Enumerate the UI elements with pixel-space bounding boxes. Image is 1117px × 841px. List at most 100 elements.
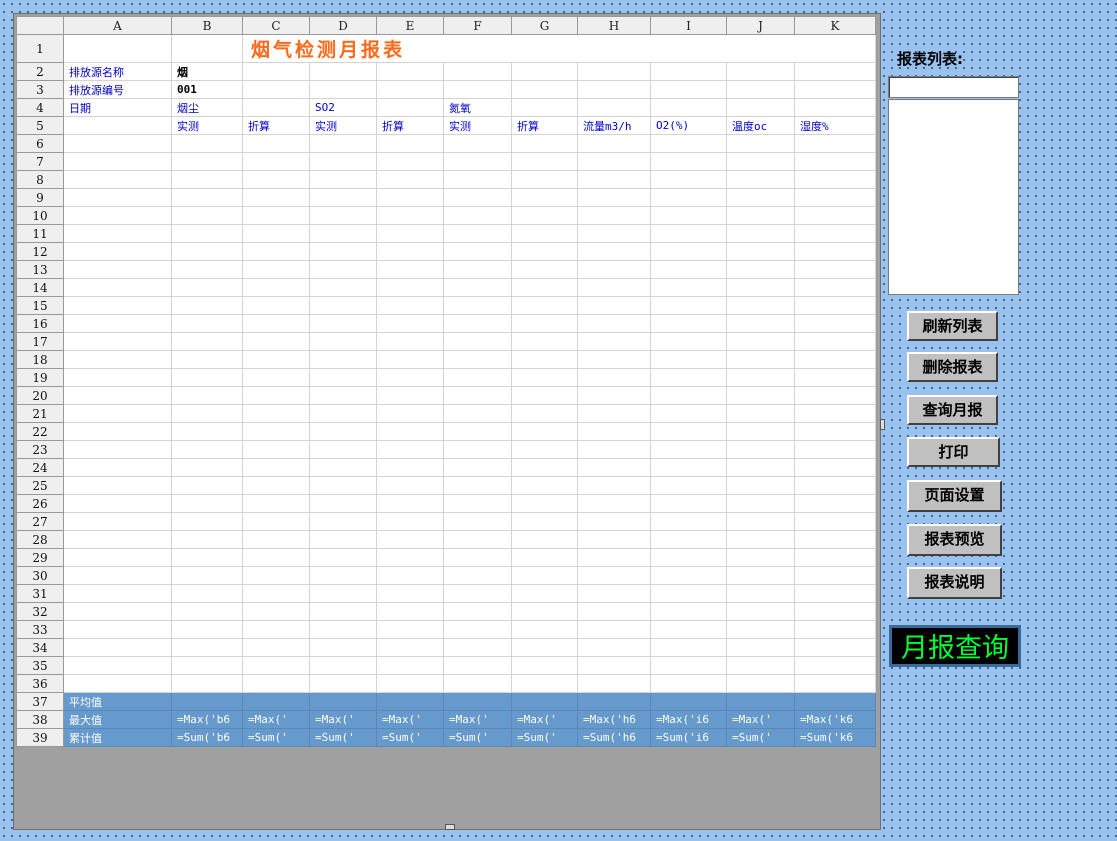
cell[interactable]: [171, 512, 243, 531]
cell[interactable]: [577, 278, 651, 297]
cell[interactable]: [794, 152, 876, 171]
subheader-cell[interactable]: 折算: [376, 116, 444, 135]
cell[interactable]: [443, 566, 512, 585]
cell[interactable]: [511, 494, 578, 513]
select-all-corner[interactable]: [16, 16, 64, 35]
source-id-value[interactable]: 001: [171, 80, 243, 99]
cell[interactable]: [63, 620, 172, 639]
cell[interactable]: [650, 278, 727, 297]
cell[interactable]: [577, 98, 651, 117]
row-header[interactable]: 15: [16, 296, 64, 315]
cell[interactable]: [63, 296, 172, 315]
cell[interactable]: [376, 206, 444, 225]
cell[interactable]: [726, 458, 795, 477]
row-header[interactable]: 37: [16, 692, 64, 711]
cell[interactable]: [309, 224, 377, 243]
cell[interactable]: [794, 566, 876, 585]
cell[interactable]: [726, 134, 795, 153]
cell[interactable]: [309, 548, 377, 567]
cell[interactable]: [171, 494, 243, 513]
cell[interactable]: [242, 152, 310, 171]
cell[interactable]: [443, 62, 512, 81]
cell[interactable]: [511, 62, 578, 81]
cell[interactable]: [511, 314, 578, 333]
cell[interactable]: [443, 494, 512, 513]
cell[interactable]: [726, 440, 795, 459]
cell[interactable]: [309, 620, 377, 639]
cell[interactable]: [726, 368, 795, 387]
cell[interactable]: [650, 368, 727, 387]
column-header[interactable]: C: [242, 16, 310, 35]
subheader-cell[interactable]: 折算: [242, 116, 310, 135]
cell[interactable]: [650, 134, 727, 153]
cell[interactable]: [376, 512, 444, 531]
summary-cell[interactable]: =Sum(': [443, 728, 512, 747]
cell[interactable]: [242, 62, 310, 81]
cell[interactable]: [726, 602, 795, 621]
summary-cell[interactable]: =Max(': [376, 710, 444, 729]
cell[interactable]: [242, 224, 310, 243]
cell[interactable]: [309, 674, 377, 693]
cell[interactable]: [242, 260, 310, 279]
cell[interactable]: [309, 440, 377, 459]
cell[interactable]: [376, 188, 444, 207]
cell[interactable]: [650, 98, 727, 117]
subheader-cell[interactable]: 实测: [309, 116, 377, 135]
cell[interactable]: [309, 566, 377, 585]
cell[interactable]: [577, 404, 651, 423]
cell[interactable]: [577, 638, 651, 657]
summary-cell[interactable]: =Sum(': [726, 728, 795, 747]
cell[interactable]: [242, 350, 310, 369]
cell[interactable]: [63, 134, 172, 153]
cell[interactable]: [577, 548, 651, 567]
summary-cell[interactable]: [242, 692, 310, 711]
cell[interactable]: [650, 242, 727, 261]
cell[interactable]: [650, 602, 727, 621]
cell[interactable]: [443, 170, 512, 189]
cell[interactable]: [242, 314, 310, 333]
cell[interactable]: [63, 602, 172, 621]
summary-cell[interactable]: =Sum(': [376, 728, 444, 747]
cell[interactable]: [63, 548, 172, 567]
summary-cell[interactable]: =Max(': [309, 710, 377, 729]
cell[interactable]: [577, 458, 651, 477]
cell[interactable]: [242, 458, 310, 477]
cell[interactable]: [511, 296, 578, 315]
cell[interactable]: [242, 278, 310, 297]
cell[interactable]: [794, 134, 876, 153]
cell[interactable]: [577, 224, 651, 243]
cell[interactable]: [577, 188, 651, 207]
cell[interactable]: [650, 62, 727, 81]
cell[interactable]: [794, 206, 876, 225]
row-header[interactable]: 14: [16, 278, 64, 297]
cell[interactable]: [171, 206, 243, 225]
cell[interactable]: [443, 332, 512, 351]
cell[interactable]: [171, 476, 243, 495]
cell[interactable]: [726, 80, 795, 99]
cell[interactable]: [650, 512, 727, 531]
cell[interactable]: [309, 170, 377, 189]
cell[interactable]: [650, 80, 727, 99]
cell[interactable]: [650, 188, 727, 207]
cell[interactable]: [242, 620, 310, 639]
cell[interactable]: [794, 98, 876, 117]
cell[interactable]: [511, 152, 578, 171]
cell[interactable]: [171, 260, 243, 279]
cell[interactable]: [242, 386, 310, 405]
cell[interactable]: [376, 98, 444, 117]
cell[interactable]: [650, 566, 727, 585]
summary-cell[interactable]: [577, 692, 651, 711]
cell[interactable]: [376, 566, 444, 585]
cell[interactable]: [171, 584, 243, 603]
row-header[interactable]: 6: [16, 134, 64, 153]
cell[interactable]: [443, 548, 512, 567]
cell[interactable]: [242, 674, 310, 693]
cell[interactable]: [242, 512, 310, 531]
cell[interactable]: [63, 34, 172, 63]
cell[interactable]: [309, 314, 377, 333]
cell[interactable]: [511, 584, 578, 603]
cell[interactable]: [577, 170, 651, 189]
summary-cell[interactable]: [650, 692, 727, 711]
cell[interactable]: [443, 260, 512, 279]
cell[interactable]: [376, 368, 444, 387]
